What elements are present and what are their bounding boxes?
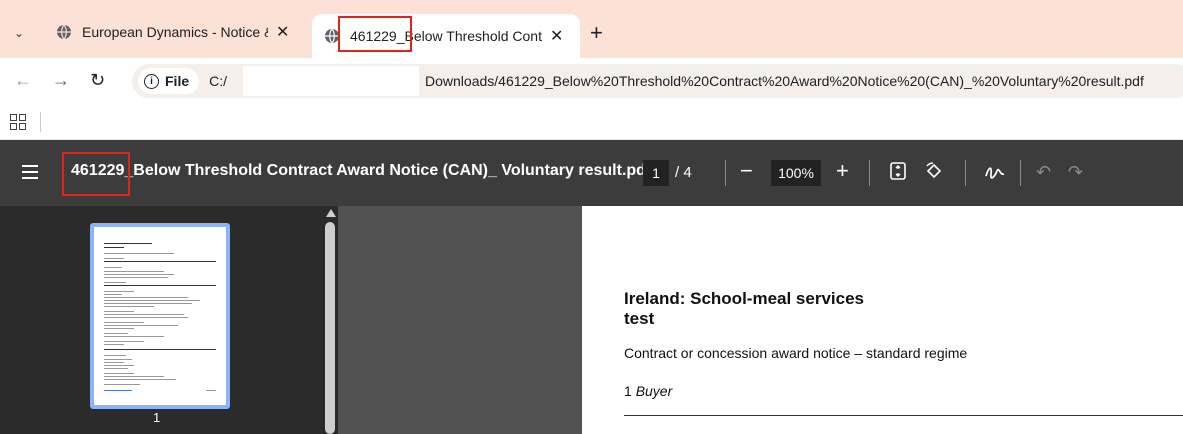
divider <box>869 160 870 186</box>
divider <box>1020 160 1021 186</box>
thumbnail-page-number: 1 <box>153 410 161 425</box>
heading-line-1: Ireland: School-meal services <box>624 289 864 308</box>
section-heading: 1 Buyer <box>624 383 672 399</box>
bookmarks-bar <box>0 104 1183 140</box>
scroll-up-arrow-icon[interactable] <box>326 209 336 217</box>
back-button[interactable]: ← <box>14 70 32 91</box>
redo-icon[interactable]: ↷ <box>1068 162 1083 183</box>
apps-grid-icon[interactable] <box>10 114 26 130</box>
tab-search-button[interactable]: ⌄ <box>4 20 34 46</box>
thumbnail-pane <box>0 206 322 434</box>
page-number-input[interactable]: 1 <box>643 160 669 186</box>
section-number: 1 <box>624 383 632 399</box>
highlight-box-title <box>62 152 130 196</box>
url-prefix: C:/ <box>209 73 228 89</box>
section-title: Buyer <box>635 383 673 399</box>
divider <box>965 160 966 186</box>
divider <box>725 160 726 186</box>
section-rule <box>624 415 1183 416</box>
address-bar[interactable]: i File C:/ Downloads/461229_Below%20Thre… <box>132 64 1183 98</box>
divider <box>40 112 41 132</box>
document-subtitle: Contract or concession award notice – st… <box>624 345 968 361</box>
rotate-icon[interactable] <box>924 162 944 185</box>
pdf-title: 461229_Below Threshold Contract Award No… <box>71 162 652 179</box>
tab-strip: ⌄ European Dynamics - Notice & ✕ 461229_… <box>0 0 1183 58</box>
thumbnail-page <box>94 227 226 405</box>
tab-european-dynamics[interactable]: European Dynamics - Notice & ✕ <box>44 14 306 50</box>
forward-button[interactable]: → <box>52 70 70 91</box>
chevron-down-icon: ⌄ <box>13 26 25 40</box>
close-tab-icon[interactable]: ✕ <box>550 26 566 46</box>
pdf-page: Ireland: School-meal services test Contr… <box>582 206 1183 434</box>
scrollbar-thumb[interactable] <box>325 222 335 434</box>
heading-line-2: test <box>624 309 655 328</box>
reload-button[interactable]: ↻ <box>90 70 105 91</box>
url-path: Downloads/461229_Below%20Threshold%20Con… <box>425 73 1144 89</box>
redacted-url-segment <box>243 66 420 96</box>
draw-icon[interactable] <box>984 162 1006 185</box>
fit-page-icon[interactable] <box>890 162 906 185</box>
globe-icon <box>57 24 71 40</box>
document-heading: Ireland: School-meal services test <box>624 289 864 329</box>
menu-icon[interactable] <box>22 165 38 179</box>
zoom-level-input[interactable]: 100% <box>771 160 821 186</box>
new-tab-button[interactable]: + <box>590 20 603 46</box>
undo-icon[interactable]: ↶ <box>1036 162 1051 183</box>
highlight-box-tab <box>338 16 412 52</box>
tab-title: European Dynamics - Notice & <box>82 24 268 40</box>
thumbnail-scrollbar[interactable] <box>322 206 338 434</box>
close-tab-icon[interactable]: ✕ <box>276 22 292 42</box>
page-total: / 4 <box>675 164 692 181</box>
page-thumbnail[interactable] <box>90 223 230 409</box>
browser-toolbar: ← → ↻ i File C:/ Downloads/461229_Below%… <box>0 58 1183 104</box>
file-label: File <box>165 73 190 89</box>
zoom-out-button[interactable]: − <box>740 158 753 184</box>
pdf-toolbar: 461229_Below Threshold Contract Award No… <box>0 140 1183 206</box>
site-info-chip[interactable]: i File <box>138 68 200 94</box>
zoom-in-button[interactable]: + <box>836 158 849 184</box>
info-icon: i <box>144 73 159 89</box>
